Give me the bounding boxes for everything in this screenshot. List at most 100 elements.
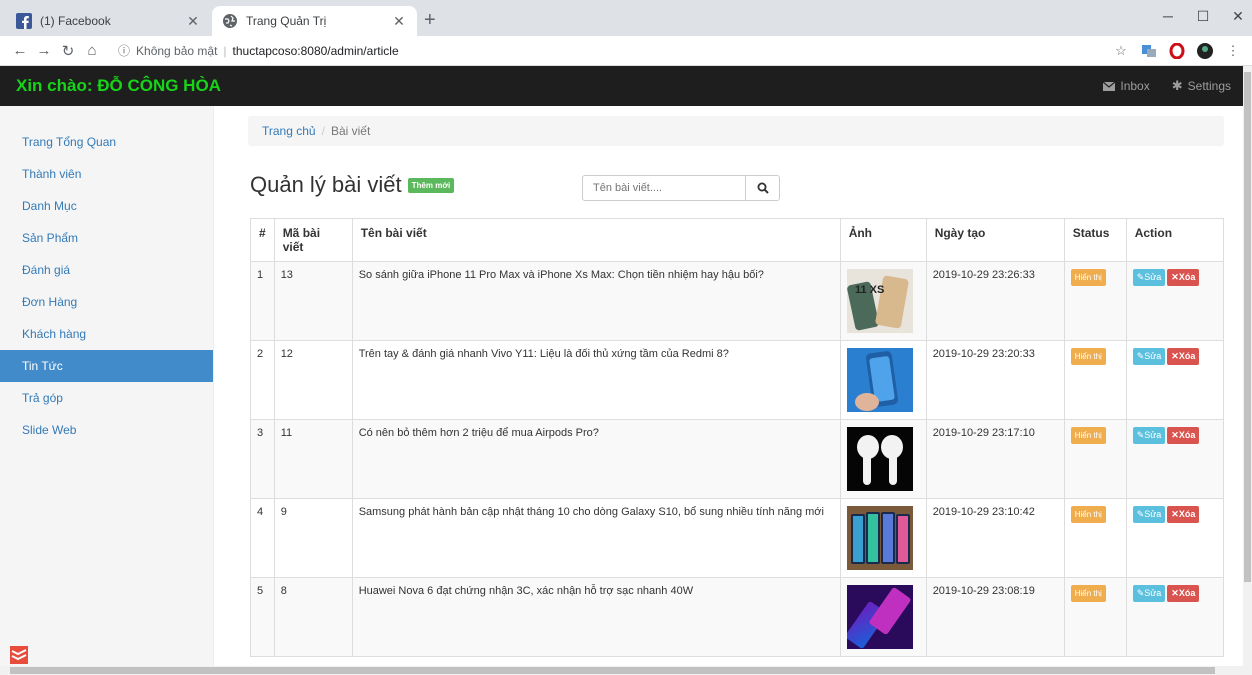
edit-button[interactable]: ✎Sửa <box>1132 506 1166 523</box>
sidebar-item-label: Danh Mục <box>22 199 77 213</box>
settings-link[interactable]: ✱ Settings <box>1172 78 1231 94</box>
breadcrumb: Trang chủ / Bài viết <box>248 116 1224 146</box>
delete-button[interactable]: ✕Xóa <box>1167 348 1200 365</box>
row-created-date: 2019-10-29 23:17:10 <box>925 419 1065 499</box>
breadcrumb-separator: / <box>321 124 325 138</box>
thumbnail-label: 11 XS <box>855 284 884 296</box>
sidebar-item-products[interactable]: Sản Phẩm <box>0 222 213 254</box>
sidebar-item-orders[interactable]: Đơn Hàng <box>0 286 213 318</box>
status-badge[interactable]: Hiển thị <box>1070 348 1106 365</box>
extension-icons: ☆ ⋮ <box>1112 42 1242 60</box>
tab-close-icon[interactable]: ✕ <box>185 13 201 30</box>
settings-label: Settings <box>1187 79 1231 93</box>
tab-close-icon[interactable]: ✕ <box>391 13 407 30</box>
row-status-cell: Hiển thị <box>1063 577 1127 657</box>
sidebar-item-label: Trang Tổng Quan <box>22 135 117 149</box>
horizontal-scroll-thumb[interactable] <box>10 667 1215 674</box>
row-article-title: Có nên bỏ thêm hơn 2 triệu để mua Airpod… <box>351 419 841 499</box>
taskbar-app-icon[interactable] <box>10 646 28 664</box>
sidebar-item-news[interactable]: Tin Tức <box>0 350 213 382</box>
row-status-cell: Hiển thị <box>1063 419 1127 499</box>
delete-icon: ✕ <box>1171 430 1179 440</box>
row-created-date: 2019-10-29 23:20:33 <box>925 340 1065 420</box>
maximize-icon[interactable]: ☐ <box>1193 8 1213 25</box>
tab-title: (1) Facebook <box>40 14 111 28</box>
status-badge[interactable]: Hiển thị <box>1070 427 1106 444</box>
sidebar-item-members[interactable]: Thành viên <box>0 158 213 190</box>
delete-label: Xóa <box>1178 351 1196 361</box>
forward-icon[interactable]: → <box>32 42 56 59</box>
row-image-cell <box>839 577 927 657</box>
header-action: Action <box>1125 218 1225 262</box>
window-close-icon[interactable]: ✕ <box>1228 8 1248 25</box>
edit-button[interactable]: ✎Sửa <box>1132 427 1166 444</box>
minimize-icon[interactable]: ─ <box>1158 8 1178 24</box>
breadcrumb-home-link[interactable]: Trang chủ <box>262 124 316 138</box>
vertical-scroll-thumb[interactable] <box>1244 72 1251 582</box>
address-bar: ← → ↻ ⌂ ⓘ Không bảo mật | thuctapcoso:80… <box>0 36 1252 66</box>
row-created-date: 2019-10-29 23:10:42 <box>925 498 1065 578</box>
header-status: Status <box>1063 218 1127 262</box>
url-field[interactable]: ⓘ Không bảo mật | thuctapcoso:8080/admin… <box>118 42 399 59</box>
search-input[interactable] <box>582 175 746 201</box>
back-icon[interactable]: ← <box>8 42 32 59</box>
delete-label: Xóa <box>1178 509 1196 519</box>
edit-button[interactable]: ✎Sửa <box>1132 348 1166 365</box>
row-status-cell: Hiển thị <box>1063 340 1127 420</box>
bookmark-star-icon[interactable]: ☆ <box>1112 42 1130 60</box>
browser-tab-admin[interactable]: Trang Quản Trị ✕ <box>212 6 417 36</box>
new-tab-icon[interactable]: + <box>424 10 436 30</box>
menu-dots-icon[interactable]: ⋮ <box>1224 42 1242 60</box>
inbox-link[interactable]: Inbox <box>1103 78 1150 94</box>
row-created-date: 2019-10-29 23:08:19 <box>925 577 1065 657</box>
delete-button[interactable]: ✕Xóa <box>1167 585 1200 602</box>
table-header-row: # Mã bài viết Tên bài viết Ảnh Ngày tạo … <box>250 218 1225 262</box>
browser-tab-facebook[interactable]: (1) Facebook ✕ <box>6 6 211 36</box>
info-icon[interactable]: ⓘ <box>118 42 130 59</box>
header-article-title: Tên bài viết <box>351 218 841 262</box>
sidebar-item-label: Sản Phẩm <box>22 231 79 245</box>
profile-avatar-icon[interactable] <box>1196 42 1214 60</box>
edit-button[interactable]: ✎Sửa <box>1132 585 1166 602</box>
delete-button[interactable]: ✕Xóa <box>1167 269 1200 286</box>
search-button[interactable] <box>746 175 780 201</box>
home-icon[interactable]: ⌂ <box>80 42 104 59</box>
app-header: Xin chào: ĐỖ CÔNG HÒA Inbox ✱ Settings <box>0 66 1243 106</box>
delete-button[interactable]: ✕Xóa <box>1167 506 1200 523</box>
article-thumbnail-airpods <box>846 427 913 491</box>
row-index: 3 <box>250 419 275 499</box>
sidebar-item-slides[interactable]: Slide Web <box>0 414 213 446</box>
translate-extension-icon[interactable] <box>1140 42 1158 60</box>
gear-icon: ✱ <box>1171 78 1183 93</box>
article-thumbnail-huawei <box>846 585 913 649</box>
sidebar-item-reviews[interactable]: Đánh giá <box>0 254 213 286</box>
horizontal-scrollbar[interactable] <box>0 666 1252 675</box>
sidebar-item-dashboard[interactable]: Trang Tổng Quan <box>0 126 213 158</box>
reload-icon[interactable]: ↻ <box>56 42 80 60</box>
edit-button[interactable]: ✎Sửa <box>1132 269 1166 286</box>
sidebar-item-customers[interactable]: Khách hàng <box>0 318 213 350</box>
header-links: Inbox ✱ Settings <box>1103 78 1231 94</box>
article-thumbnail-iphone: 11 XS <box>846 269 913 333</box>
table-row: 3 11 Có nên bỏ thêm hơn 2 triệu để mua A… <box>250 419 1225 499</box>
edit-label: Sửa <box>1144 588 1162 598</box>
row-action-cell: ✎Sửa ✕Xóa <box>1125 261 1225 341</box>
breadcrumb-current: Bài viết <box>330 124 371 138</box>
sidebar-item-installments[interactable]: Trả góp <box>0 382 213 414</box>
status-badge[interactable]: Hiển thị <box>1070 269 1106 286</box>
status-badge[interactable]: Hiển thị <box>1070 585 1106 602</box>
row-image-cell <box>839 498 927 578</box>
row-index: 4 <box>250 498 275 578</box>
edit-label: Sửa <box>1144 351 1162 361</box>
status-badge[interactable]: Hiển thị <box>1070 506 1106 523</box>
delete-button[interactable]: ✕Xóa <box>1167 427 1200 444</box>
row-image-cell <box>839 340 927 420</box>
add-article-button[interactable]: Thêm mới <box>407 177 455 193</box>
opera-extension-icon[interactable] <box>1168 42 1186 60</box>
vertical-scrollbar[interactable] <box>1243 66 1252 666</box>
sidebar-item-categories[interactable]: Danh Mục <box>0 190 213 222</box>
row-article-id: 12 <box>273 340 353 420</box>
edit-label: Sửa <box>1144 509 1162 519</box>
row-article-id: 11 <box>273 419 353 499</box>
table-row: 5 8 Huawei Nova 6 đạt chứng nhận 3C, xác… <box>250 577 1225 657</box>
